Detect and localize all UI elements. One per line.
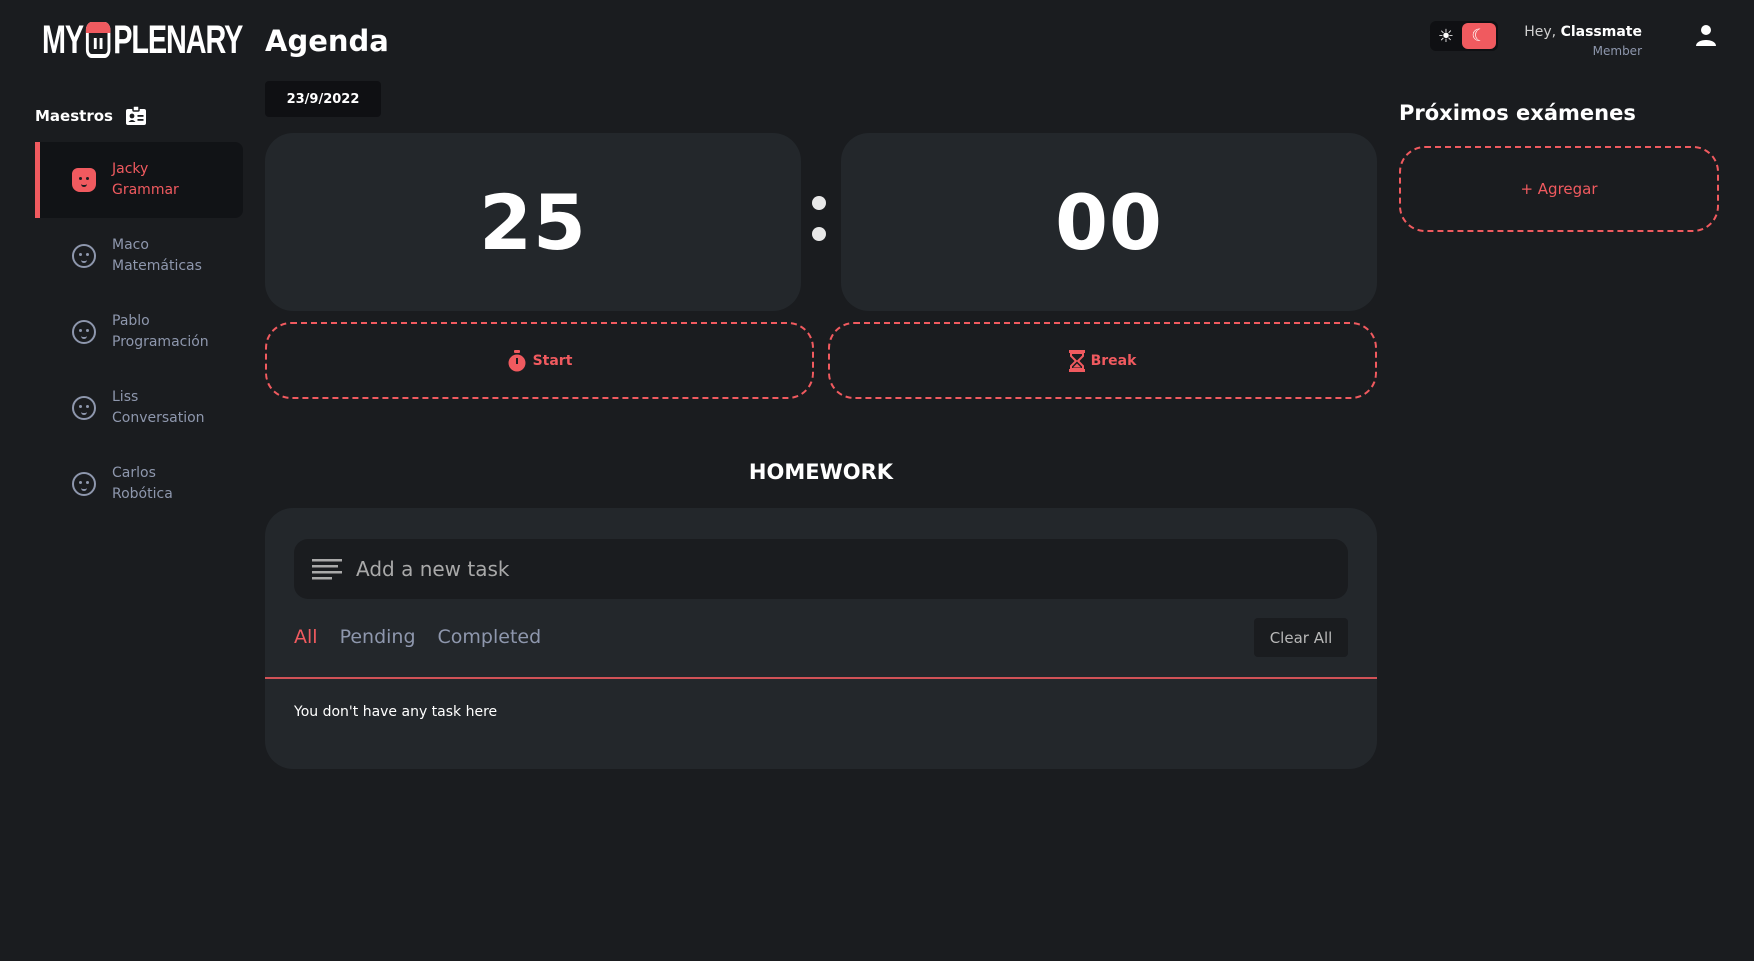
teacher-label: Liss Conversation: [112, 387, 205, 429]
page-title: Agenda: [265, 24, 389, 58]
break-button[interactable]: Break: [828, 322, 1377, 399]
teacher-name: Jacky: [112, 161, 149, 177]
homework-title: HOMEWORK: [748, 460, 894, 484]
sidebar-item-liss[interactable]: Liss Conversation: [35, 370, 243, 446]
teacher-avatar-icon: [72, 244, 96, 268]
text-lines-icon: [312, 559, 342, 580]
exams-title: Próximos exámenes: [1399, 101, 1636, 125]
clear-all-button[interactable]: Clear All: [1254, 618, 1348, 657]
start-label: Start: [532, 352, 573, 369]
logo-text-left: MY: [42, 17, 84, 62]
user-role: Member: [1592, 44, 1642, 58]
sidebar-item-jacky[interactable]: Jacky Grammar: [35, 142, 243, 218]
teacher-label: Jacky Grammar: [112, 159, 179, 201]
teacher-avatar-icon: [72, 168, 96, 192]
break-label: Break: [1090, 352, 1137, 369]
user-greeting: Hey, Classmate Member: [1524, 24, 1642, 58]
stopwatch-icon: [508, 349, 526, 371]
filter-completed[interactable]: Completed: [438, 626, 542, 648]
teacher-label: Maco Matemáticas: [112, 235, 202, 277]
theme-toggle[interactable]: ☀ ☾: [1430, 21, 1498, 51]
task-input-wrapper: [294, 539, 1348, 599]
teacher-label: Carlos Robótica: [112, 463, 173, 505]
teacher-avatar-icon: [72, 472, 96, 496]
sidebar-item-maco[interactable]: Maco Matemáticas: [35, 218, 243, 294]
homework-card: All Pending Completed Clear All You don'…: [265, 508, 1377, 769]
filter-all[interactable]: All: [294, 626, 318, 648]
teacher-subject: Robótica: [112, 486, 173, 502]
teacher-name: Maco: [112, 237, 149, 253]
teacher-label: Pablo Programación: [112, 311, 209, 353]
task-filters: All Pending Completed: [294, 626, 541, 648]
username: Classmate: [1560, 24, 1642, 40]
divider: [265, 677, 1377, 679]
hourglass-icon: [1068, 349, 1085, 372]
teacher-avatar-icon: [72, 320, 96, 344]
new-task-input[interactable]: [356, 557, 1256, 581]
sidebar-title-label: Maestros: [35, 107, 113, 125]
sidebar-title: Maestros: [35, 105, 147, 127]
teacher-subject: Programación: [112, 334, 209, 350]
teacher-subject: Grammar: [112, 182, 179, 198]
filter-pending[interactable]: Pending: [340, 626, 416, 648]
user-profile-icon[interactable]: [1694, 23, 1718, 47]
moon-icon[interactable]: ☾: [1462, 23, 1496, 49]
sidebar-item-pablo[interactable]: Pablo Programación: [35, 294, 243, 370]
logo-text-right: PLENARY: [113, 17, 243, 62]
start-button[interactable]: Start: [265, 322, 814, 399]
teacher-subject: Conversation: [112, 410, 205, 426]
teacher-subject: Matemáticas: [112, 258, 202, 274]
timer-minutes: 25: [265, 133, 801, 311]
timer-seconds: 00: [841, 133, 1377, 311]
logo-mark-icon: [85, 22, 111, 58]
teacher-list: Jacky Grammar Maco Matemáticas Pablo Pro…: [35, 142, 243, 522]
teacher-avatar-icon: [72, 396, 96, 420]
sidebar-item-carlos[interactable]: Carlos Robótica: [35, 446, 243, 522]
date-badge: 23/9/2022: [265, 81, 381, 117]
teacher-name: Carlos: [112, 465, 156, 481]
empty-task-message: You don't have any task here: [294, 704, 498, 720]
sun-icon[interactable]: ☀: [1430, 21, 1462, 51]
greeting-prefix: Hey,: [1524, 24, 1557, 40]
teacher-name: Liss: [112, 389, 139, 405]
timer-colon: [812, 196, 828, 258]
teacher-name: Pablo: [112, 313, 150, 329]
app-logo[interactable]: MY PLENARY: [42, 17, 243, 62]
id-card-icon: [125, 105, 146, 125]
add-exam-button[interactable]: + Agregar: [1399, 146, 1719, 232]
